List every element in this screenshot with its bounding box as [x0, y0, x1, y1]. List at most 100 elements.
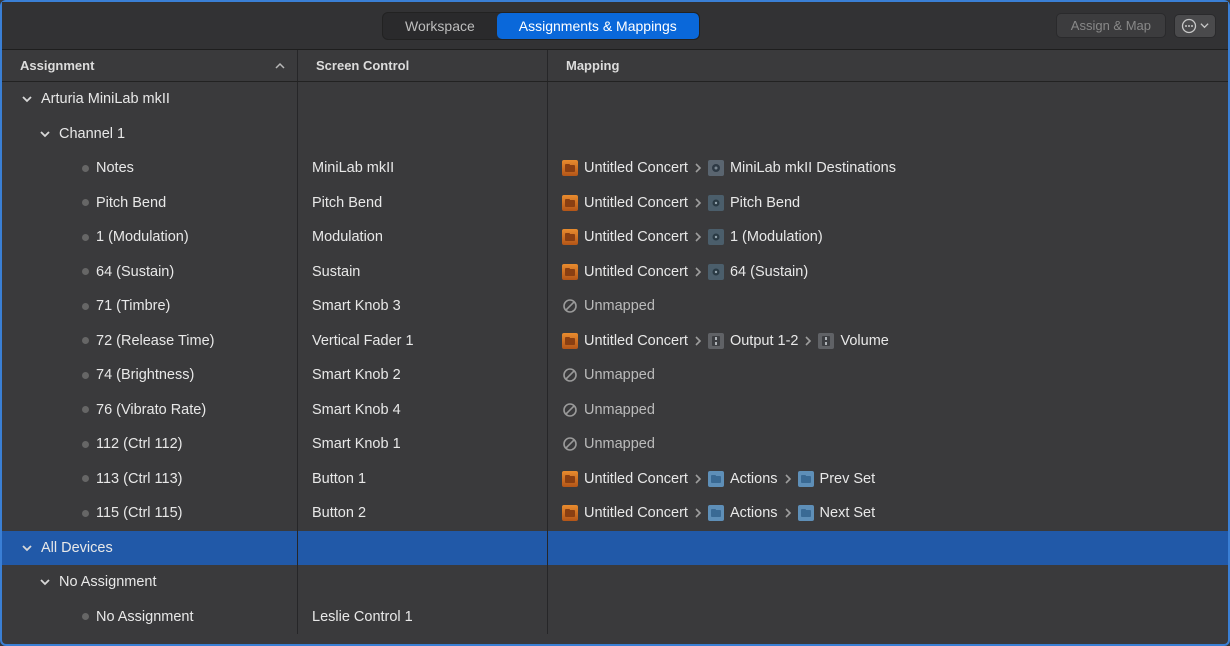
subgroup-label: Channel 1 [59, 126, 125, 142]
assignment-row[interactable]: NotesMiniLab mkIIUntitled ConcertMiniLab… [2, 151, 1228, 186]
folder-icon [562, 471, 578, 487]
assignment-label: 74 (Brightness) [96, 367, 194, 383]
assign-and-map-button[interactable]: Assign & Map [1056, 13, 1166, 38]
plugin-icon [708, 264, 724, 280]
plugin-round-icon [708, 160, 724, 176]
disclosure-icon[interactable] [20, 92, 34, 106]
assignment-label: Pitch Bend [96, 195, 166, 211]
bullet-icon [82, 441, 89, 448]
group-label: All Devices [41, 540, 113, 556]
disclosure-icon[interactable] [20, 541, 34, 555]
tab-assignments[interactable]: Assignments & Mappings [497, 13, 699, 39]
breadcrumb-chevron-icon [782, 474, 794, 484]
subgroup-row[interactable]: Channel 1 [2, 117, 1228, 152]
assignment-row[interactable]: 113 (Ctrl 113)Button 1Untitled ConcertAc… [2, 462, 1228, 497]
screen-control-label: Smart Knob 2 [312, 367, 401, 383]
mapping-segment: Prev Set [820, 471, 876, 487]
mapping-segment: Untitled Concert [584, 160, 688, 176]
breadcrumb-chevron-icon [692, 508, 704, 518]
breadcrumb-chevron-icon [692, 267, 704, 277]
screen-control-label: Vertical Fader 1 [312, 333, 414, 349]
breadcrumb-chevron-icon [692, 232, 704, 242]
actions-icon [798, 471, 814, 487]
view-tabs: Workspace Assignments & Mappings [382, 12, 700, 40]
bullet-icon [82, 337, 89, 344]
assignment-label: 64 (Sustain) [96, 264, 174, 280]
unmapped-icon [562, 402, 578, 418]
mapping-segment: Pitch Bend [730, 195, 800, 211]
bullet-icon [82, 475, 89, 482]
tab-workspace[interactable]: Workspace [383, 13, 497, 39]
group-row[interactable]: Arturia MiniLab mkII [2, 82, 1228, 117]
subgroup-row[interactable]: No Assignment [2, 565, 1228, 600]
mapping-segment: Actions [730, 505, 778, 521]
bullet-icon [82, 510, 89, 517]
disclosure-icon[interactable] [38, 127, 52, 141]
assignment-row[interactable]: 72 (Release Time) Vertical Fader 1 Untitle… [2, 324, 1228, 359]
chevron-down-icon [1200, 21, 1209, 30]
group-label: Arturia MiniLab mkII [41, 91, 170, 107]
plugin-icon [708, 195, 724, 211]
breadcrumb-chevron-icon [692, 163, 704, 173]
screen-control-label: Modulation [312, 229, 383, 245]
assignment-row[interactable]: 71 (Timbre)Smart Knob 3Unmapped [2, 289, 1228, 324]
more-menu-button[interactable] [1174, 14, 1216, 38]
mapping-segment: 1 (Modulation) [730, 229, 823, 245]
mapping-unmapped-label: Unmapped [584, 367, 655, 383]
mapping-segment: Actions [730, 471, 778, 487]
screen-control-label: Sustain [312, 264, 360, 280]
mapping-segment: Untitled Concert [584, 229, 688, 245]
mapping-segment: Untitled Concert [584, 333, 688, 349]
header-assignment-label: Assignment [20, 58, 94, 73]
unmapped-icon [562, 436, 578, 452]
header-screen-control[interactable]: Screen Control [298, 50, 548, 81]
bullet-icon [82, 372, 89, 379]
breadcrumb-chevron-icon [692, 198, 704, 208]
screen-control-label: Smart Knob 4 [312, 402, 401, 418]
breadcrumb-chevron-icon [802, 336, 814, 346]
bullet-icon [82, 234, 89, 241]
assignment-label: 72 (Release Time) [96, 333, 214, 349]
assignment-row[interactable]: 112 (Ctrl 112)Smart Knob 1Unmapped [2, 427, 1228, 462]
assignment-row[interactable]: 1 (Modulation) Modulation Untitled Concert… [2, 220, 1228, 255]
mapping-segment: Untitled Concert [584, 195, 688, 211]
disclosure-icon[interactable] [38, 575, 52, 589]
folder-icon [562, 229, 578, 245]
toolbar: Workspace Assignments & Mappings Assign … [2, 2, 1228, 50]
header-mapping[interactable]: Mapping [548, 50, 1228, 81]
assignment-row[interactable]: 64 (Sustain) Sustain Untitled Concert 64 (S… [2, 255, 1228, 290]
folder-icon [562, 160, 578, 176]
actions-icon [708, 505, 724, 521]
assignment-row[interactable]: No AssignmentLeslie Control 1 [2, 600, 1228, 635]
assignment-row[interactable]: 74 (Brightness) Smart Knob 2 Unmapped [2, 358, 1228, 393]
breadcrumb-chevron-icon [782, 508, 794, 518]
bullet-icon [82, 406, 89, 413]
assignment-row[interactable]: Pitch BendPitch BendUntitled ConcertPitc… [2, 186, 1228, 221]
column-headers: Assignment Screen Control Mapping [2, 50, 1228, 82]
assignment-label: 1 (Modulation) [96, 229, 189, 245]
assignment-label: Notes [96, 160, 134, 176]
assignment-label: 115 (Ctrl 115) [96, 505, 183, 521]
assignments-table-body: Arturia MiniLab mkII Channel 1 NotesMiniLa… [2, 82, 1228, 644]
folder-icon [562, 505, 578, 521]
bullet-icon [82, 165, 89, 172]
mapping-segment: Volume [840, 333, 888, 349]
screen-control-label: Button 1 [312, 471, 366, 487]
assignment-row[interactable]: 115 (Ctrl 115)Button 2Untitled ConcertAc… [2, 496, 1228, 531]
screen-control-label: Button 2 [312, 505, 366, 521]
breadcrumb-chevron-icon [692, 474, 704, 484]
mapping-segment: 64 (Sustain) [730, 264, 808, 280]
bullet-icon [82, 199, 89, 206]
sort-ascending-icon [275, 61, 285, 71]
group-row[interactable]: All Devices [2, 531, 1228, 566]
actions-icon [798, 505, 814, 521]
assignment-row[interactable]: 76 (Vibrato Rate)Smart Knob 4Unmapped [2, 393, 1228, 428]
bullet-icon [82, 268, 89, 275]
assignment-label: 113 (Ctrl 113) [96, 471, 183, 487]
plugin-icon [708, 229, 724, 245]
mixer-icon [708, 333, 724, 349]
unmapped-icon [562, 367, 578, 383]
header-assignment[interactable]: Assignment [2, 50, 298, 81]
actions-icon [708, 471, 724, 487]
mapping-segment: Untitled Concert [584, 264, 688, 280]
